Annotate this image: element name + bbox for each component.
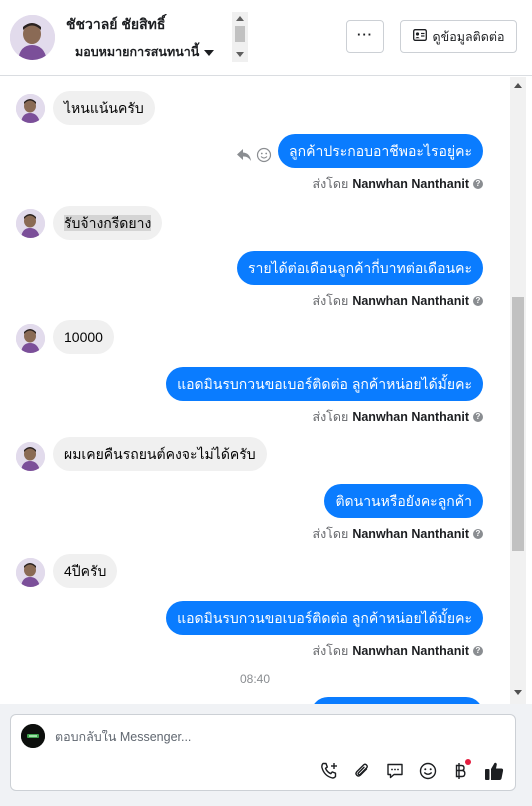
sent-by-prefix: ส่งโดย <box>312 410 349 424</box>
outgoing-message[interactable]: แอดมินรบกวนขอเบอร์ติดต่อ ลูกค้าหน่อยได้ม… <box>166 601 483 635</box>
sent-by-label: ส่งโดย Nanwhan Nanthanit? <box>312 641 483 661</box>
reply-arrow-icon[interactable] <box>236 148 252 167</box>
notification-dot <box>465 759 471 765</box>
incoming-message[interactable]: ผมเคยคืนรถยนต์คงจะไม่ได้ครับ <box>53 437 267 471</box>
incoming-message[interactable]: 4ปีครับ <box>53 554 118 588</box>
chevron-down-icon <box>204 49 215 56</box>
emoji-icon[interactable] <box>417 760 439 782</box>
composer-area <box>0 704 532 806</box>
sender-name: Nanwhan Nanthanit <box>352 527 469 541</box>
sent-by-label: ส่งโดย Nanwhan Nanthanit? <box>312 291 483 311</box>
speech-bubble-icon[interactable] <box>384 760 406 782</box>
time-separator: 08:40 <box>239 672 271 686</box>
contact-name: ชัชวาลย์ ชัยสิทธิ์ <box>66 16 166 32</box>
assign-label: มอบหมายการสนทนานี้ <box>75 45 200 59</box>
sent-by-prefix: ส่งโดย <box>312 294 349 308</box>
thread-scrollbar[interactable] <box>510 77 526 704</box>
reply-input[interactable] <box>55 730 495 744</box>
composer-toolbar <box>318 759 505 782</box>
baht-icon[interactable] <box>450 759 472 782</box>
question-circle-icon[interactable]: ? <box>473 412 483 422</box>
sender-name: Nanwhan Nanthanit <box>352 294 469 308</box>
sent-by-label: ส่งโดย Nanwhan Nanthanit? <box>312 524 483 544</box>
message-text: ไหนแน้นครับ <box>64 100 144 116</box>
scroll-down-arrow-icon[interactable] <box>236 52 244 57</box>
paperclip-icon[interactable] <box>351 760 373 782</box>
sent-by-label: ส่งโดย Nanwhan Nanthanit? <box>312 174 483 194</box>
sender-name: Nanwhan Nanthanit <box>352 644 469 658</box>
outgoing-message[interactable]: แอดมินรบกวนขอเบอร์ติดต่อ ลูกค้าหน่อยได้ม… <box>166 367 483 401</box>
question-circle-icon[interactable]: ? <box>473 296 483 306</box>
outgoing-message[interactable]: ติดนานหรือยังคะลูกค้า <box>324 484 483 518</box>
phone-plus-icon[interactable] <box>318 760 340 782</box>
scroll-thumb[interactable] <box>235 26 245 42</box>
sender-avatar[interactable] <box>16 94 45 123</box>
contact-avatar[interactable] <box>10 15 55 60</box>
smiley-icon[interactable] <box>256 147 272 168</box>
sender-name: Nanwhan Nanthanit <box>352 410 469 424</box>
incoming-message[interactable]: ไหนแน้นครับ <box>53 91 155 125</box>
sender-name: Nanwhan Nanthanit <box>352 177 469 191</box>
conversation-header: ชัชวาลย์ ชัยสิทธิ์ มอบหมายการสนทนานี้ ··… <box>0 0 532 76</box>
message-actions <box>236 147 272 168</box>
sender-avatar[interactable] <box>16 209 45 238</box>
sent-by-prefix: ส่งโดย <box>312 177 349 191</box>
message-thread[interactable]: ไหนแน้นครับ ลูกค้าประกอบอาชีพอะไรอยู่คะ … <box>0 77 510 704</box>
outgoing-message[interactable]: ลูกค้าประกอบอาชีพอะไรอยู่คะ <box>278 134 483 168</box>
sent-by-label: ส่งโดย Nanwhan Nanthanit? <box>312 407 483 427</box>
sent-by-prefix: ส่งโดย <box>312 644 349 658</box>
assign-conversation-dropdown[interactable]: มอบหมายการสนทนานี้ <box>75 42 215 62</box>
more-options-button[interactable]: ··· <box>346 20 384 53</box>
view-contact-info-label: ดูข้อมูลติดต่อ <box>432 29 505 44</box>
incoming-message[interactable]: รับจ้างกรีดยาง <box>53 206 163 240</box>
sender-avatar[interactable] <box>16 558 45 587</box>
page-avatar <box>21 724 45 748</box>
question-circle-icon[interactable]: ? <box>473 646 483 656</box>
composer-box <box>10 714 516 791</box>
scroll-up-arrow-icon[interactable] <box>236 16 244 21</box>
message-text: 10000 <box>64 329 103 345</box>
sender-avatar[interactable] <box>16 442 45 471</box>
assign-scrollbar[interactable] <box>232 12 248 62</box>
scroll-thumb[interactable] <box>512 297 524 551</box>
incoming-message[interactable]: 10000 <box>53 320 114 354</box>
message-text: รับจ้างกรีดยาง <box>64 215 152 231</box>
outgoing-message[interactable]: รายได้ต่อเดือนลูกค้ากี่บาทต่อเดือนคะ <box>236 251 483 285</box>
sent-by-prefix: ส่งโดย <box>312 527 349 541</box>
message-text: 4ปีครับ <box>64 563 107 579</box>
sender-avatar[interactable] <box>16 324 45 353</box>
message-text: ผมเคยคืนรถยนต์คงจะไม่ได้ครับ <box>64 446 256 462</box>
question-circle-icon[interactable]: ? <box>473 179 483 189</box>
view-contact-info-button[interactable]: ดูข้อมูลติดต่อ <box>400 20 517 53</box>
contact-card-icon <box>412 29 427 44</box>
outgoing-message[interactable] <box>311 697 483 704</box>
scroll-down-arrow-icon[interactable] <box>514 690 522 695</box>
scroll-up-arrow-icon[interactable] <box>514 83 522 88</box>
question-circle-icon[interactable]: ? <box>473 529 483 539</box>
thumbs-up-icon[interactable] <box>483 760 505 782</box>
